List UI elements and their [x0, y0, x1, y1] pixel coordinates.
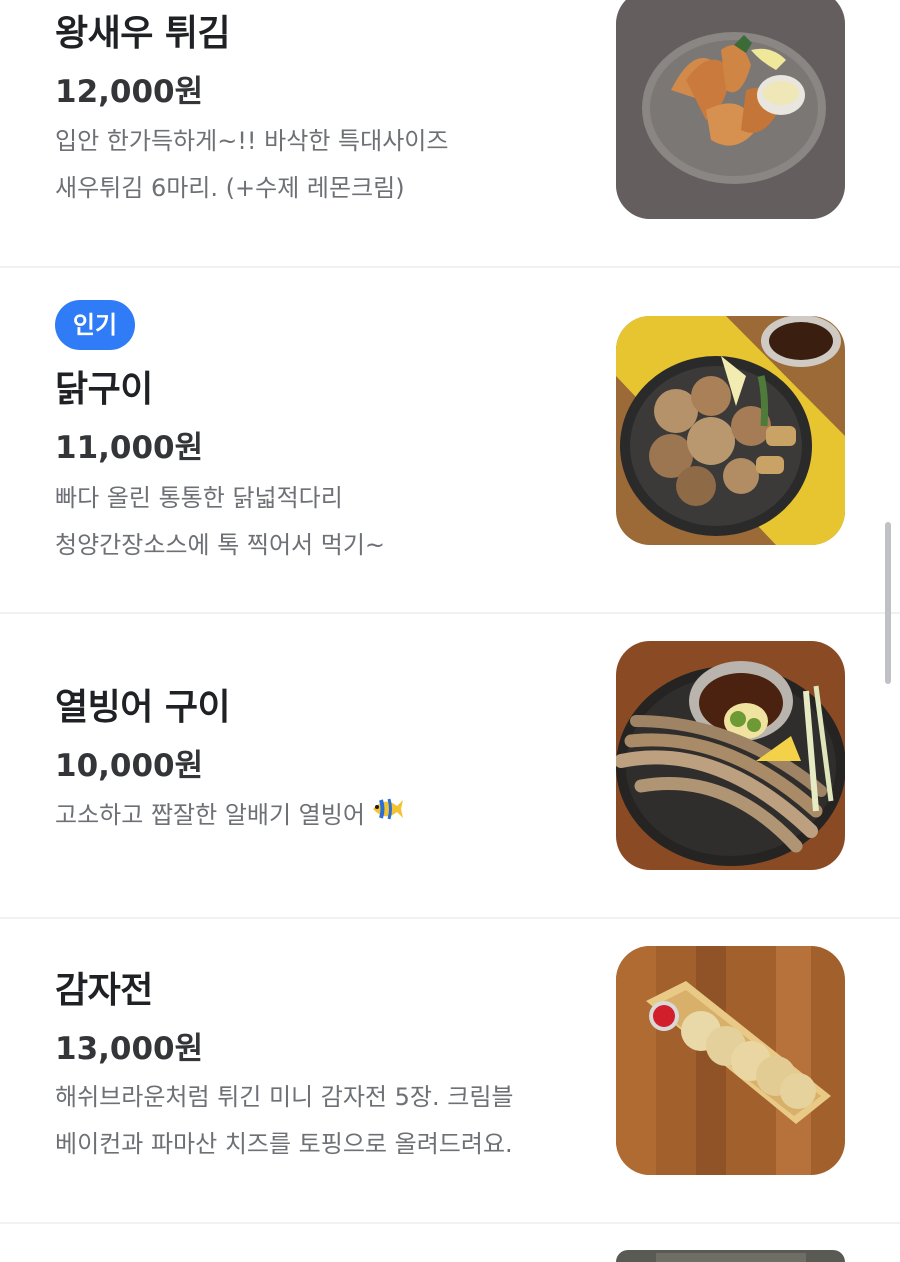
menu-item-name: 열빙어 구이	[55, 687, 231, 728]
description-line: 고소하고 짭잘한 알배기 열빙어	[55, 792, 585, 840]
tropical-fish-icon	[367, 793, 405, 840]
menu-item-description: 해쉬브라운처럼 튀긴 미니 감자전 5장. 크림블 베이컨과 파마산 치즈를 토…	[55, 1074, 585, 1168]
potato-pancake-photo[interactable]	[616, 946, 845, 1175]
menu-item-price: 10,000원	[55, 748, 204, 784]
menu-item-name: 닭구이	[55, 369, 153, 410]
description-line: 청양간장소스에 톡 찍어서 먹기~	[55, 531, 386, 559]
menu-item-potato-pancake[interactable]: 감자전 13,000원 해쉬브라운처럼 튀긴 미니 감자전 5장. 크림블 베이…	[0, 919, 900, 1224]
next-item-photo[interactable]	[616, 1250, 845, 1262]
scrollbar[interactable]	[885, 522, 891, 684]
description-text: 고소하고 짭잘한 알배기 열빙어	[55, 801, 365, 829]
menu-item-name: 감자전	[55, 970, 153, 1011]
description-line: 새우튀김 6마리. (+수제 레몬크림)	[55, 174, 405, 202]
grilled-smelt-photo[interactable]	[616, 641, 845, 870]
fried-shrimp-photo[interactable]	[616, 0, 845, 219]
grilled-chicken-photo[interactable]	[616, 316, 845, 545]
menu-item-fried-shrimp[interactable]: 왕새우 튀김 12,000원 입안 한가득하게~!! 바삭한 특대사이즈 새우튀…	[0, 0, 900, 268]
description-line: 해쉬브라운처럼 튀긴 미니 감자전 5장. 크림블	[55, 1083, 514, 1111]
menu-item-name: 왕새우 튀김	[55, 13, 231, 54]
popular-badge: 인기	[55, 300, 135, 350]
menu-item-description: 고소하고 짭잘한 알배기 열빙어	[55, 792, 585, 840]
menu-item-price: 12,000원	[55, 74, 204, 110]
menu-item-grilled-chicken[interactable]: 인기 닭구이 11,000원 빠다 올린 통통한 닭넓적다리 청양간장소스에 톡…	[0, 268, 900, 614]
description-line: 빠다 올린 통통한 닭넓적다리	[55, 484, 343, 512]
description-line: 베이컨과 파마산 치즈를 토핑으로 올려드려요.	[55, 1130, 513, 1158]
menu-item-price: 11,000원	[55, 430, 204, 466]
menu-item-price: 13,000원	[55, 1031, 204, 1067]
divider	[0, 1222, 900, 1224]
menu-item-grilled-smelt[interactable]: 열빙어 구이 10,000원 고소하고 짭잘한 알배기 열빙어	[0, 614, 900, 919]
menu-item-description: 빠다 올린 통통한 닭넓적다리 청양간장소스에 톡 찍어서 먹기~	[55, 475, 585, 569]
menu-item-description: 입안 한가득하게~!! 바삭한 특대사이즈 새우튀김 6마리. (+수제 레몬크…	[55, 118, 585, 212]
description-line: 입안 한가득하게~!! 바삭한 특대사이즈	[55, 127, 449, 155]
